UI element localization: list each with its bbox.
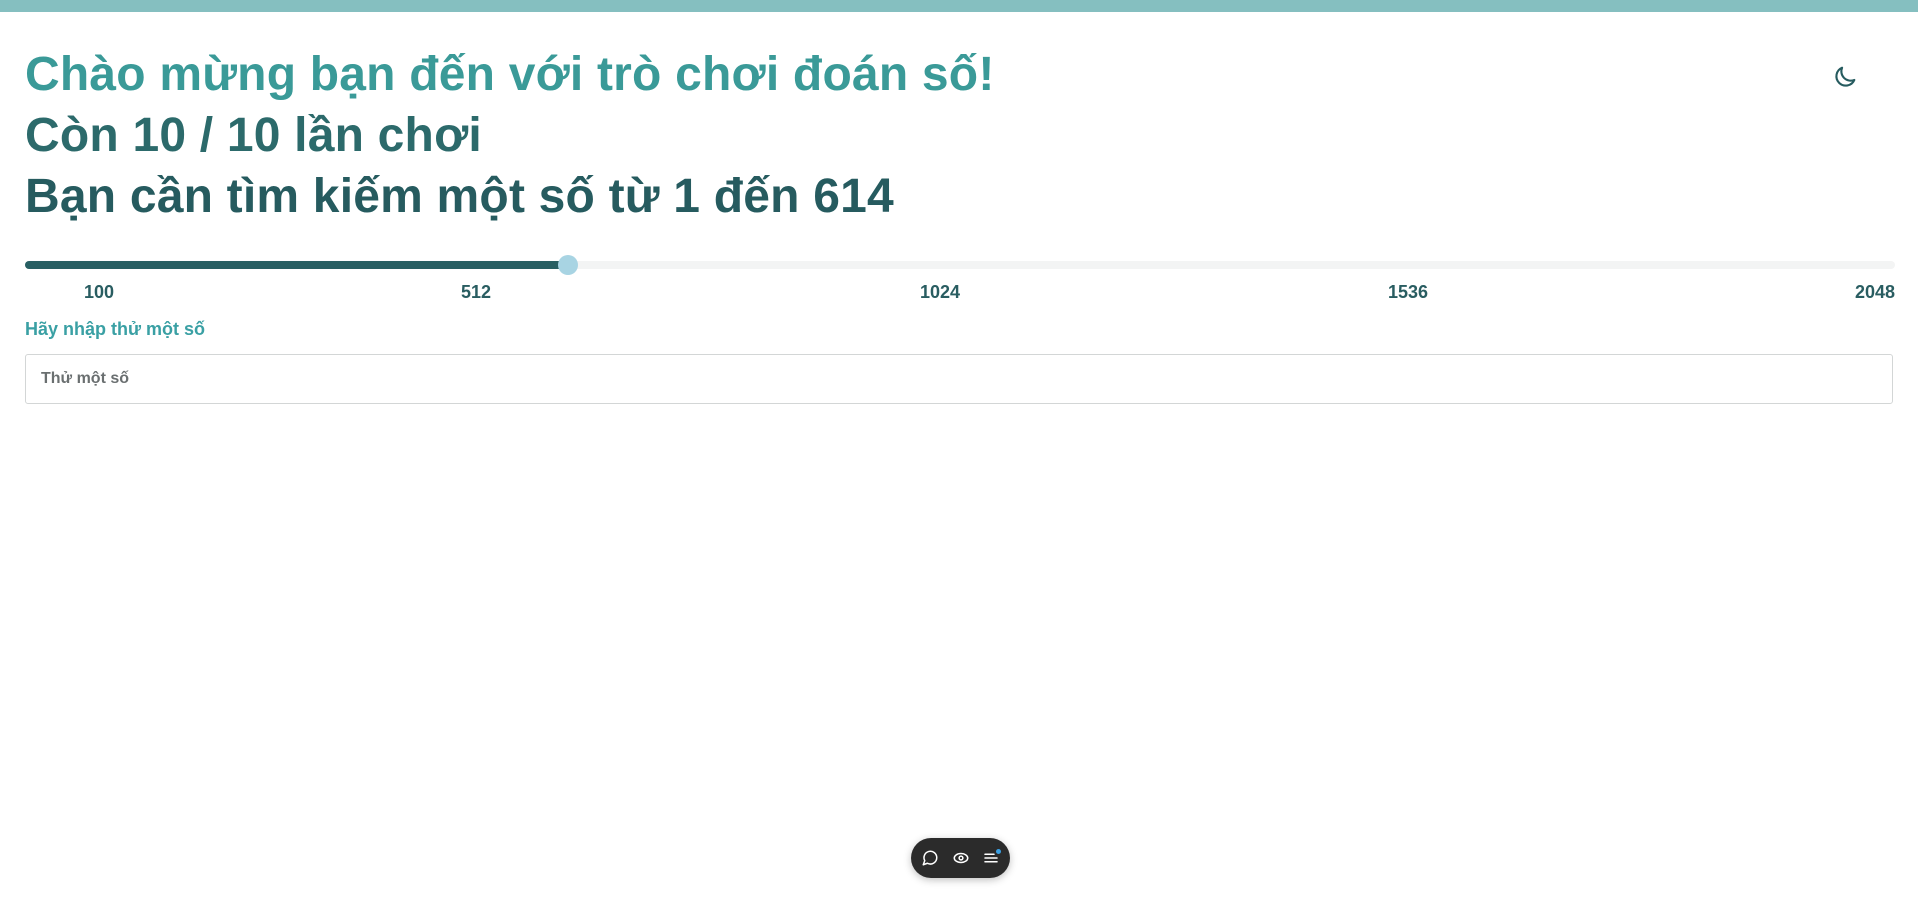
chat-bubble-icon (922, 850, 938, 866)
slider-fill (25, 261, 569, 269)
slider-thumb[interactable] (558, 255, 579, 275)
tick-label: 2048 (1854, 282, 1895, 302)
comment-button[interactable] (919, 847, 941, 869)
eye-icon (953, 852, 968, 864)
guess-label: Hãy nhập thử một số (25, 319, 206, 339)
welcome-title: Chào mừng bạn đến với trò chơi đoán số! (25, 48, 995, 101)
slider-ticks: 100 512 1024 1536 2048 (25, 282, 1895, 304)
tick-label: 1024 (919, 282, 961, 302)
top-accent-bar (0, 0, 1918, 12)
tick-label: 512 (460, 282, 492, 302)
floating-toolbar (911, 838, 1010, 878)
header-block: Chào mừng bạn đến với trò chơi đoán số! … (25, 44, 995, 227)
range-slider[interactable] (25, 255, 1895, 275)
preview-button[interactable] (950, 847, 972, 869)
turns-remaining: Còn 10 / 10 lần chơi (25, 109, 482, 162)
menu-button[interactable] (980, 847, 1002, 869)
tick-label: 100 (83, 282, 115, 302)
theme-toggle-button[interactable] (1830, 62, 1860, 92)
range-instruction: Bạn cần tìm kiếm một số từ 1 đến 614 (25, 170, 894, 223)
tick-label: 1536 (1387, 282, 1429, 302)
notification-dot (995, 849, 1001, 854)
moon-icon (1835, 66, 1856, 87)
guess-input[interactable] (25, 354, 1893, 404)
